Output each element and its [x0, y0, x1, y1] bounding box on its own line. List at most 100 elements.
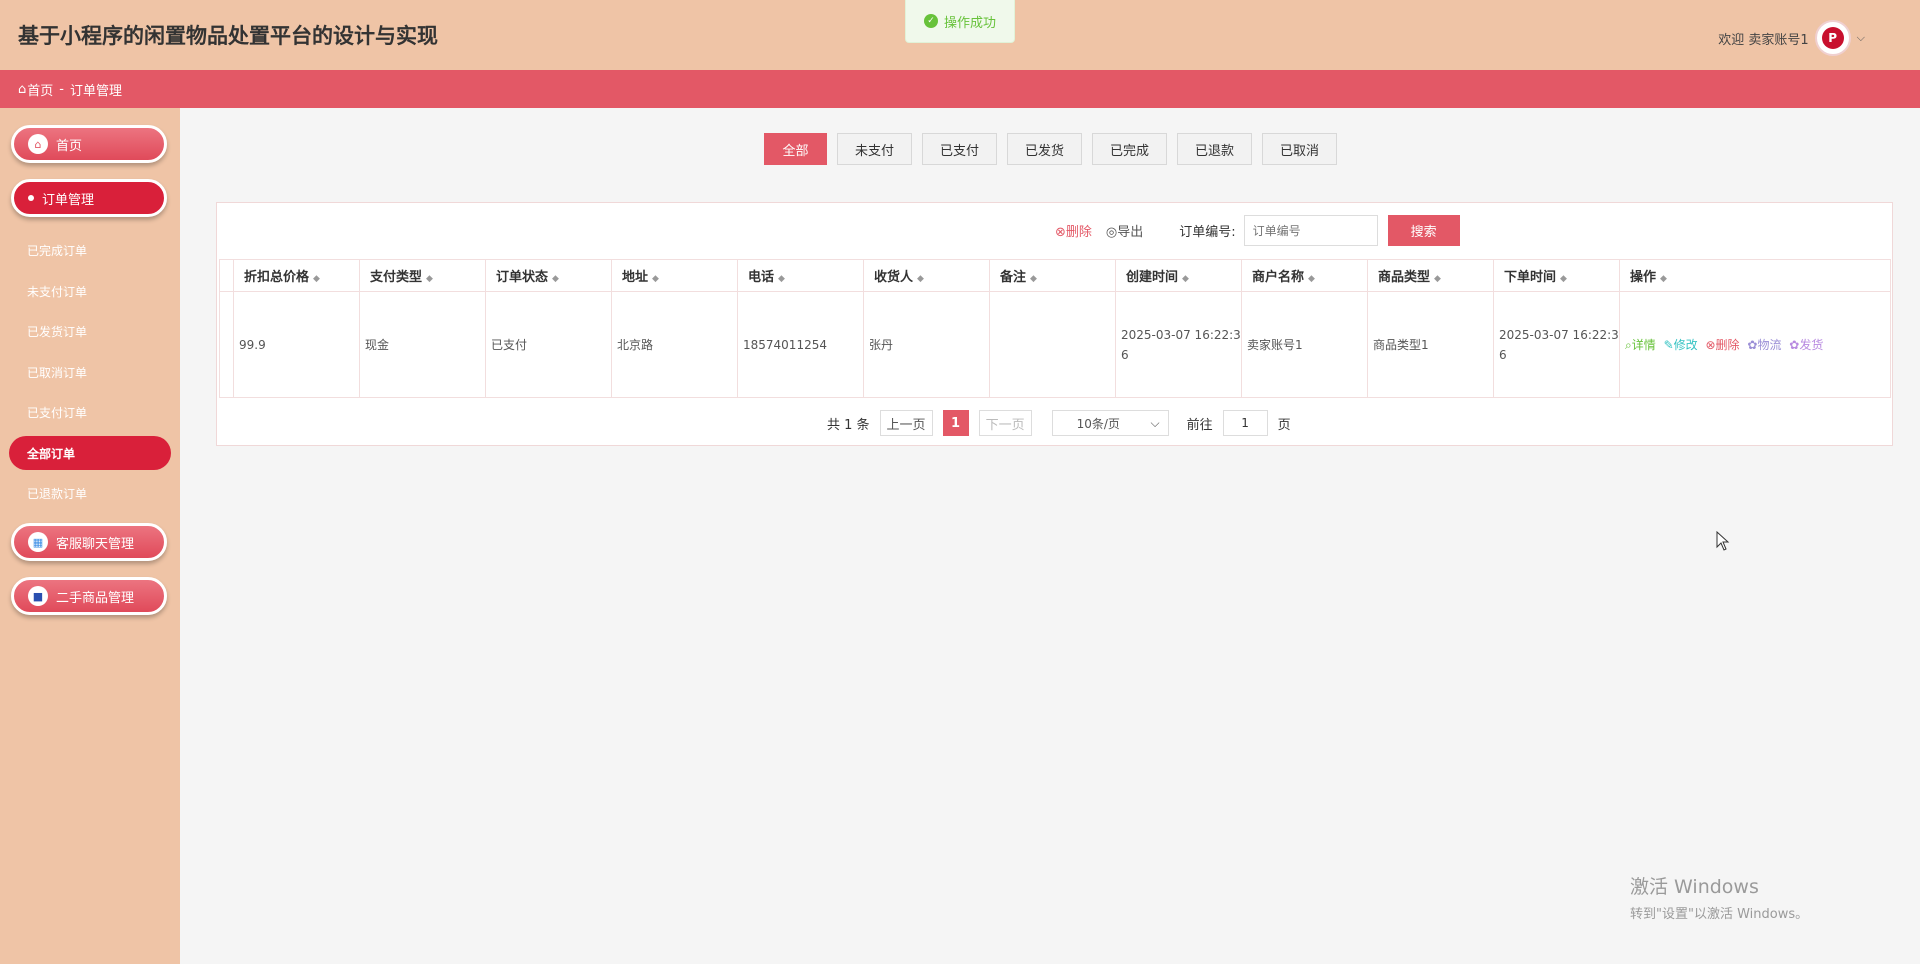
logistics-button[interactable]: ✿物流 — [1747, 338, 1781, 352]
cell-address: 北京路 — [611, 291, 738, 398]
next-page-button[interactable]: 下一页 — [978, 410, 1032, 436]
col-remark[interactable]: 备注 ◆ — [989, 259, 1116, 292]
page-size-select[interactable]: 10条/页 ⌵ — [1051, 410, 1169, 436]
sort-icon: ◆ — [1030, 274, 1037, 284]
tab-refunded[interactable]: 已退款 — [1177, 133, 1252, 165]
export-label: 导出 — [1117, 225, 1144, 240]
sidebar-sub-all[interactable]: 全部订单 — [9, 436, 171, 470]
select-column — [219, 259, 234, 292]
sidebar: ⌂ 首页 订单管理 已完成订单 未支付订单 已发货订单 已取消订单 已支付订单 … — [0, 108, 180, 964]
sidebar-sub-unpaid[interactable]: 未支付订单 — [27, 283, 87, 300]
sort-icon: ◆ — [1434, 274, 1441, 284]
col-phone[interactable]: 电话 ◆ — [737, 259, 864, 292]
avatar[interactable]: P — [1814, 20, 1851, 56]
tab-cancelled[interactable]: 已取消 — [1262, 133, 1337, 165]
sort-icon: ◆ — [652, 274, 659, 284]
pagination: 共 1 条 上一页 1 下一页 10条/页 ⌵ 前往 1 页 — [827, 410, 1291, 436]
sidebar-item-orders[interactable]: 订单管理 — [11, 179, 167, 217]
sort-icon: ◆ — [1560, 274, 1567, 284]
cell-status: 已支付 — [485, 291, 612, 398]
col-pay-type[interactable]: 支付类型 ◆ — [359, 259, 486, 292]
sidebar-item-chat[interactable]: ▦ 客服聊天管理 — [11, 523, 167, 561]
chat-icon: ▦ — [28, 532, 48, 552]
col-status[interactable]: 订单状态 ◆ — [485, 259, 612, 292]
goto-input[interactable]: 1 — [1222, 410, 1268, 436]
order-no-input[interactable] — [1243, 215, 1378, 246]
orders-table: 折扣总价格 ◆ 支付类型 ◆ 订单状态 ◆ 地址 ◆ 电话 ◆ 收货人 ◆ 备注 ◆ 创建时间… — [219, 259, 1891, 398]
goods-icon: ■ — [28, 586, 48, 606]
sort-icon: ◆ — [917, 274, 924, 284]
avatar-logo: P — [1821, 27, 1844, 49]
sort-icon: ◆ — [1308, 274, 1315, 284]
toast-message: 操作成功 — [943, 15, 996, 31]
page-size-value: 10条/页 — [1076, 416, 1120, 431]
gear-icon: ✿ — [1789, 337, 1800, 352]
cell-remark — [989, 291, 1116, 398]
sidebar-sub-refunded[interactable]: 已退款订单 — [27, 485, 87, 502]
breadcrumb-current: 订单管理 — [69, 83, 122, 99]
sort-icon: ◆ — [778, 274, 785, 284]
detail-button[interactable]: ⌕详情 — [1625, 338, 1656, 352]
col-actions[interactable]: 操作 ◆ — [1619, 259, 1891, 292]
sidebar-item-goods[interactable]: ■ 二手商品管理 — [11, 577, 167, 615]
edit-icon: ✎ — [1663, 337, 1674, 352]
check-icon: ✓ — [923, 14, 938, 28]
table-header-row: 折扣总价格 ◆ 支付类型 ◆ 订单状态 ◆ 地址 ◆ 电话 ◆ 收货人 ◆ 备注 ◆ 创建时间… — [219, 259, 1891, 292]
sidebar-item-home[interactable]: ⌂ 首页 — [11, 125, 167, 163]
sort-icon: ◆ — [1660, 274, 1667, 284]
col-goods-type[interactable]: 商品类型 ◆ — [1367, 259, 1494, 292]
sort-icon: ◆ — [426, 274, 433, 284]
col-price[interactable]: 折扣总价格 ◆ — [233, 259, 360, 292]
breadcrumb-separator: - — [59, 81, 64, 97]
col-merchant[interactable]: 商户名称 ◆ — [1241, 259, 1368, 292]
cell-merchant: 卖家账号1 — [1241, 291, 1368, 398]
page-number[interactable]: 1 — [942, 410, 969, 436]
sort-icon: ◆ — [552, 274, 559, 284]
tab-all[interactable]: 全部 — [764, 133, 827, 165]
col-created[interactable]: 创建时间 ◆ — [1115, 259, 1242, 292]
home-icon[interactable]: ⌂ — [18, 82, 26, 97]
status-tabs: 全部 未支付 已支付 已发货 已完成 已退款 已取消 — [764, 133, 1337, 165]
page-unit: 页 — [1277, 417, 1291, 433]
tab-shipped[interactable]: 已发货 — [1007, 133, 1082, 165]
goto-label: 前往 — [1186, 417, 1213, 433]
user-menu[interactable]: 欢迎 卖家账号1 P ⌵ — [1718, 20, 1865, 56]
export-button[interactable]: ◎导出 — [1106, 221, 1143, 240]
col-address[interactable]: 地址 ◆ — [611, 259, 738, 292]
row-delete-button[interactable]: ⊗删除 — [1705, 338, 1739, 352]
close-icon: ⊗ — [1705, 337, 1716, 352]
cell-pay-type: 现金 — [359, 291, 486, 398]
tab-completed[interactable]: 已完成 — [1092, 133, 1167, 165]
welcome-text: 欢迎 卖家账号1 — [1718, 32, 1809, 48]
prev-page-button[interactable]: 上一页 — [879, 410, 933, 436]
chevron-down-icon[interactable]: ⌵ — [1857, 31, 1865, 45]
search-button[interactable]: 搜索 — [1387, 215, 1460, 246]
ship-button[interactable]: ✿发货 — [1789, 338, 1823, 352]
sidebar-sub-cancelled[interactable]: 已取消订单 — [27, 364, 87, 381]
delete-label: 删除 — [1065, 225, 1092, 240]
sidebar-item-label: 首页 — [56, 138, 83, 154]
sidebar-item-label: 客服聊天管理 — [56, 536, 135, 552]
row-select[interactable] — [219, 291, 234, 398]
cell-price: 99.9 — [233, 291, 360, 398]
tab-unpaid[interactable]: 未支付 — [837, 133, 912, 165]
search-icon: ⌕ — [1625, 337, 1632, 352]
breadcrumb: ⌂ 首页 - 订单管理 — [0, 70, 1920, 108]
bullet-icon — [28, 195, 34, 201]
total-count: 共 1 条 — [827, 417, 870, 433]
sidebar-sub-shipped[interactable]: 已发货订单 — [27, 323, 87, 340]
delete-button[interactable]: ⊗删除 — [1055, 221, 1092, 240]
sidebar-sub-completed[interactable]: 已完成订单 — [27, 242, 87, 259]
col-receiver[interactable]: 收货人 ◆ — [863, 259, 990, 292]
sidebar-sub-paid[interactable]: 已支付订单 — [27, 404, 87, 421]
gear-icon: ✿ — [1747, 337, 1758, 352]
tab-paid[interactable]: 已支付 — [922, 133, 997, 165]
col-order-time[interactable]: 下单时间 ◆ — [1493, 259, 1620, 292]
breadcrumb-home[interactable]: 首页 — [27, 80, 53, 99]
toolbar: ⊗删除 ◎导出 订单编号: 搜索 — [1055, 215, 1460, 246]
activation-watermark: 激活 Windows 转到"设置"以激活 Windows。 — [1630, 872, 1808, 922]
edit-button[interactable]: ✎修改 — [1664, 338, 1698, 352]
sort-icon: ◆ — [313, 274, 320, 284]
sort-icon: ◆ — [1182, 274, 1189, 284]
mouse-cursor-icon — [1716, 531, 1730, 551]
